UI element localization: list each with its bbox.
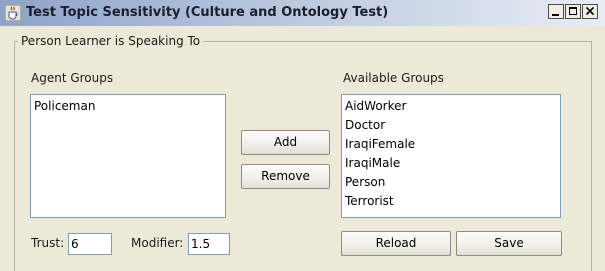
modifier-label: Modifier:	[131, 236, 184, 250]
maximize-button[interactable]	[565, 4, 581, 19]
app-window: Test Topic Sensitivity (Culture and Onto…	[0, 0, 605, 271]
list-item[interactable]: Doctor	[344, 116, 558, 135]
list-item[interactable]: AidWorker	[344, 97, 558, 116]
minimize-icon	[552, 14, 559, 16]
available-groups-label: Available Groups	[343, 71, 444, 85]
list-item[interactable]: IraqiMale	[344, 154, 558, 173]
trust-field[interactable]	[68, 233, 112, 255]
agent-groups-label: Agent Groups	[31, 71, 114, 85]
remove-button[interactable]: Remove	[241, 164, 330, 189]
save-button[interactable]: Save	[456, 231, 562, 256]
maximize-icon	[569, 7, 577, 15]
panel-legend: Person Learner is Speaking To	[18, 34, 204, 48]
reload-button[interactable]: Reload	[341, 231, 451, 256]
close-icon	[585, 6, 595, 16]
window-title: Test Topic Sensitivity (Culture and Onto…	[26, 5, 389, 20]
agent-groups-list[interactable]: Policeman	[30, 94, 226, 218]
minimize-button[interactable]	[548, 4, 564, 19]
close-button[interactable]	[582, 4, 598, 19]
modifier-field[interactable]	[188, 233, 230, 255]
list-item[interactable]: Person	[344, 173, 558, 192]
available-groups-list[interactable]: AidWorker Doctor IraqiFemale IraqiMale P…	[341, 94, 561, 218]
add-button[interactable]: Add	[241, 130, 330, 155]
title-bar[interactable]: Test Topic Sensitivity (Culture and Onto…	[0, 0, 605, 26]
list-item[interactable]: IraqiFemale	[344, 135, 558, 154]
list-item[interactable]: Policeman	[33, 97, 223, 116]
trust-label: Trust:	[31, 236, 65, 250]
java-cup-icon[interactable]	[4, 4, 22, 22]
list-item[interactable]: Terrorist	[344, 192, 558, 211]
